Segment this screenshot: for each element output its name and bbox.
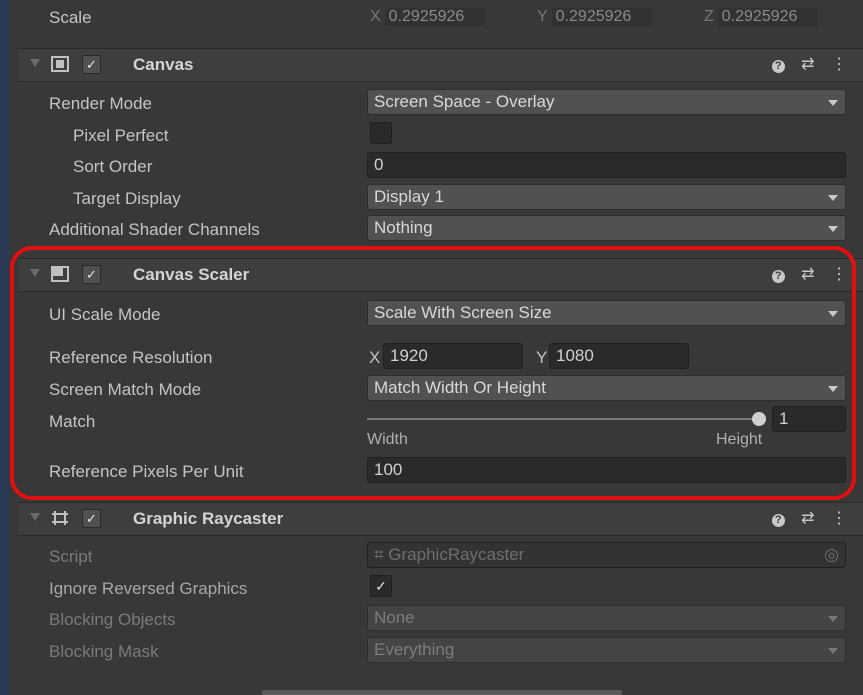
- ui-scale-mode-value: Scale With Screen Size: [374, 303, 552, 322]
- canvas-icon: [51, 56, 69, 72]
- scale-label: Scale: [49, 8, 92, 27]
- ref-resolution-y-field[interactable]: 1080: [549, 343, 689, 369]
- fold-arrow-icon[interactable]: [30, 269, 40, 277]
- ignore-reversed-label: Ignore Reversed Graphics: [49, 579, 248, 598]
- script-value: GraphicRaycaster: [388, 545, 525, 564]
- scale-z-field[interactable]: 0.2925926: [717, 8, 818, 26]
- graphic-raycaster-enabled-checkbox[interactable]: ✓: [82, 509, 101, 528]
- chevron-down-icon: [828, 195, 838, 201]
- shader-channels-dropdown[interactable]: Nothing: [367, 215, 846, 241]
- script-icon: ⌗: [374, 545, 389, 564]
- scale-z-axis: Z: [704, 8, 714, 25]
- fold-arrow-icon[interactable]: [30, 59, 40, 67]
- match-label: Match: [49, 412, 96, 431]
- screen-match-mode-label: Screen Match Mode: [49, 380, 202, 399]
- kebab-menu-icon[interactable]: ⋮: [831, 264, 847, 284]
- scale-z[interactable]: Z 0.2925926: [704, 8, 818, 26]
- scale-y-field[interactable]: 0.2925926: [551, 8, 652, 26]
- canvas-enabled-checkbox[interactable]: ✓: [82, 55, 101, 74]
- sort-order-field[interactable]: 0: [367, 152, 846, 178]
- help-icon[interactable]: ?: [771, 270, 785, 283]
- chevron-down-icon: [828, 100, 838, 106]
- script-label: Script: [49, 547, 93, 566]
- presets-icon[interactable]: ⇄: [801, 264, 814, 284]
- chevron-down-icon: [828, 226, 838, 232]
- scale-y[interactable]: Y 0.2925926: [537, 8, 652, 26]
- canvas-scaler-title: Canvas Scaler: [133, 265, 250, 284]
- scale-x-field[interactable]: 0.2925926: [384, 8, 485, 26]
- match-slider-track[interactable]: [367, 418, 760, 420]
- kebab-menu-icon[interactable]: ⋮: [831, 508, 847, 528]
- render-mode-dropdown[interactable]: Screen Space - Overlay: [367, 89, 846, 115]
- match-min-label: Width: [367, 431, 408, 448]
- shader-channels-value: Nothing: [374, 218, 433, 237]
- graphic-raycaster-title: Graphic Raycaster: [133, 509, 284, 528]
- canvas-component-header[interactable]: ✓ Canvas ? ⇄ ⋮: [18, 48, 863, 82]
- match-value-field[interactable]: 1: [772, 406, 846, 432]
- canvas-scaler-component-header[interactable]: ✓ Canvas Scaler ? ⇄ ⋮: [18, 258, 863, 292]
- chevron-down-icon: [828, 648, 838, 654]
- target-display-value: Display 1: [374, 187, 444, 206]
- sort-order-label: Sort Order: [73, 157, 153, 176]
- kebab-menu-icon[interactable]: ⋮: [831, 54, 847, 74]
- script-field: ⌗ GraphicRaycaster ◎: [367, 542, 846, 568]
- blocking-objects-dropdown[interactable]: None: [367, 605, 846, 631]
- help-icon[interactable]: ?: [771, 514, 785, 527]
- target-display-dropdown[interactable]: Display 1: [367, 184, 846, 210]
- blocking-objects-label: Blocking Objects: [49, 610, 176, 629]
- canvas-scaler-enabled-checkbox[interactable]: ✓: [82, 265, 101, 284]
- scale-y-axis: Y: [537, 8, 548, 25]
- ignore-reversed-checkbox[interactable]: ✓: [370, 575, 392, 597]
- reference-resolution-label: Reference Resolution: [49, 348, 213, 367]
- chevron-down-icon: [828, 386, 838, 392]
- match-slider-handle[interactable]: [752, 412, 766, 426]
- ui-scale-mode-dropdown[interactable]: Scale With Screen Size: [367, 300, 846, 326]
- ref-resolution-x-field[interactable]: 1920: [383, 343, 523, 369]
- blocking-mask-label: Blocking Mask: [49, 642, 159, 661]
- screen-match-mode-dropdown[interactable]: Match Width Or Height: [367, 375, 846, 401]
- chevron-down-icon: [828, 616, 838, 622]
- presets-icon[interactable]: ⇄: [801, 54, 814, 74]
- chevron-down-icon: [828, 311, 838, 317]
- help-icon[interactable]: ?: [771, 60, 785, 73]
- reference-ppu-label: Reference Pixels Per Unit: [49, 462, 244, 481]
- blocking-objects-value: None: [374, 608, 415, 627]
- object-picker-icon: ◎: [824, 545, 839, 564]
- reference-ppu-field[interactable]: 100: [367, 457, 846, 483]
- canvas-scaler-icon: [51, 266, 69, 282]
- pixel-perfect-checkbox[interactable]: [370, 122, 392, 144]
- pixel-perfect-label: Pixel Perfect: [73, 126, 169, 145]
- window-edge: [0, 0, 9, 695]
- canvas-title: Canvas: [133, 55, 194, 74]
- raycaster-icon: [52, 511, 68, 525]
- blocking-mask-value: Everything: [374, 640, 455, 659]
- screen-match-mode-value: Match Width Or Height: [374, 378, 546, 397]
- ref-y-axis-label: Y: [536, 348, 548, 367]
- ui-scale-mode-label: UI Scale Mode: [49, 305, 161, 324]
- render-mode-label: Render Mode: [49, 94, 153, 113]
- shader-channels-label: Additional Shader Channels: [49, 220, 260, 239]
- match-max-label: Height: [716, 431, 763, 448]
- add-component-button[interactable]: [262, 690, 622, 695]
- presets-icon[interactable]: ⇄: [801, 508, 814, 528]
- fold-arrow-icon[interactable]: [30, 513, 40, 521]
- graphic-raycaster-component-header[interactable]: ✓ Graphic Raycaster ? ⇄ ⋮: [18, 502, 863, 536]
- target-display-label: Target Display: [73, 189, 181, 208]
- blocking-mask-dropdown[interactable]: Everything: [367, 637, 846, 663]
- scale-x-axis: X: [370, 8, 381, 25]
- render-mode-value: Screen Space - Overlay: [374, 92, 555, 111]
- ref-x-axis-label: X: [369, 348, 381, 367]
- scale-x[interactable]: X 0.2925926: [370, 8, 485, 26]
